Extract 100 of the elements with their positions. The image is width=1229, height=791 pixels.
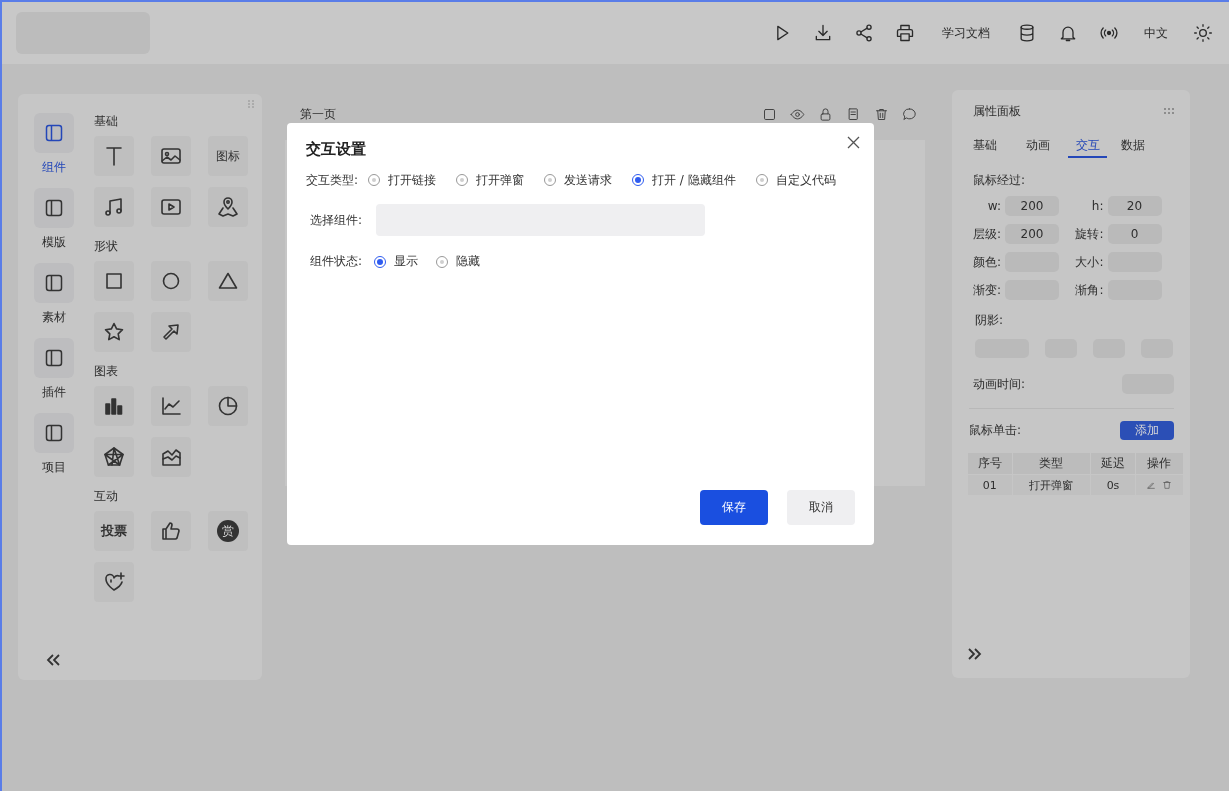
section-title: 基础 — [94, 113, 119, 130]
copy-icon[interactable] — [846, 106, 861, 122]
panel-tab[interactable]: 数据 — [1121, 134, 1174, 156]
sidebar-tab[interactable]: 组件 — [34, 113, 74, 176]
component-tile[interactable] — [151, 312, 191, 352]
map-pin-icon — [216, 195, 240, 219]
download-icon[interactable] — [813, 23, 833, 43]
square-icon[interactable] — [762, 106, 777, 122]
lock-icon[interactable] — [818, 106, 833, 122]
component-tile[interactable]: 投票 — [94, 511, 134, 551]
component-tile[interactable] — [94, 562, 134, 602]
panel-icon — [34, 188, 74, 228]
section-title: 形状 — [94, 238, 119, 255]
field-label: 颜色: — [971, 253, 1001, 271]
section-label: 鼠标经过: — [973, 172, 1027, 186]
option-label: 隐藏 — [456, 253, 481, 270]
option-label: 自定义代码 — [775, 171, 836, 189]
panel-tab[interactable]: 交互 — [1068, 134, 1108, 158]
radar-chart-icon — [102, 445, 126, 469]
expand-icon[interactable] — [968, 648, 982, 660]
section-title: 图表 — [94, 363, 119, 380]
column-header: 序号 — [968, 453, 1012, 474]
dialog-title: 交互设置 — [306, 139, 367, 159]
panel-title: 属性面板 — [973, 102, 1021, 120]
component-tile[interactable] — [94, 386, 134, 426]
field-label: 旋转: — [1074, 225, 1104, 243]
option-label: 打开链接 — [388, 171, 437, 189]
component-tile[interactable] — [94, 136, 134, 176]
language-link[interactable]: 中文 — [1144, 24, 1168, 42]
cancel-button[interactable]: 取消 — [787, 490, 855, 525]
option-label: 发送请求 — [564, 171, 613, 189]
share-icon[interactable] — [854, 23, 874, 43]
thumbs-up-icon — [159, 519, 183, 543]
column-header: 类型 — [1012, 453, 1091, 474]
save-button[interactable]: 保存 — [700, 490, 768, 525]
reward-badge: 赏 — [217, 520, 239, 542]
option-label: 打开 / 隐藏组件 — [652, 171, 736, 189]
trash-icon[interactable] — [1162, 480, 1173, 490]
component-tile[interactable] — [151, 136, 191, 176]
panel-icon — [34, 413, 74, 453]
field-label: h: — [1090, 199, 1104, 213]
component-tile[interactable] — [94, 437, 134, 477]
component-tile[interactable] — [151, 187, 191, 227]
component-tile[interactable] — [208, 386, 248, 426]
panel-icon — [34, 338, 74, 378]
eye-icon[interactable] — [790, 106, 805, 122]
input-field[interactable]: 20 — [1107, 196, 1162, 216]
column-header: 延迟 — [1091, 453, 1135, 474]
line-chart-icon — [159, 394, 183, 418]
panel-icon — [34, 263, 74, 303]
option-label: 显示 — [394, 253, 419, 270]
component-tile[interactable] — [94, 312, 134, 352]
close-icon[interactable] — [847, 136, 860, 149]
field-label: 层级: — [971, 225, 1001, 243]
component-tile[interactable] — [151, 437, 191, 477]
table-cell: 0s — [1091, 475, 1135, 495]
sidebar-tab[interactable]: 模版 — [34, 188, 74, 251]
collapse-icon[interactable] — [46, 654, 60, 666]
docs-link[interactable]: 学习文档 — [942, 24, 990, 42]
heart-plus-icon — [102, 570, 126, 594]
add-button[interactable]: 添加 — [1120, 421, 1174, 440]
component-tile[interactable] — [151, 261, 191, 301]
field-label: 阴影: — [975, 312, 1005, 329]
field-label: 渐变: — [971, 281, 1001, 299]
section-label: 鼠标单击: — [969, 422, 1022, 439]
column-header: 操作 — [1135, 453, 1183, 474]
drag-handle-icon[interactable] — [248, 100, 254, 108]
field-label: 大小: — [1074, 253, 1104, 271]
component-tile[interactable] — [208, 187, 248, 227]
sidebar-tab[interactable]: 插件 — [34, 338, 74, 401]
sidebar-tab[interactable]: 项目 — [34, 413, 74, 476]
sidebar-tab[interactable]: 素材 — [34, 263, 74, 326]
component-tile[interactable] — [208, 261, 248, 301]
field-label: 组件状态: — [310, 253, 363, 270]
comment-icon[interactable] — [902, 106, 917, 122]
input-field[interactable]: 0 — [1107, 224, 1162, 244]
table-cell: 打开弹窗 — [1012, 475, 1091, 495]
panel-tab[interactable]: 基础 — [973, 134, 1026, 156]
component-tile[interactable] — [94, 261, 134, 301]
section-title: 互动 — [94, 488, 119, 505]
component-tile[interactable] — [151, 386, 191, 426]
field-label: w: — [986, 199, 1001, 213]
panel-icon — [34, 113, 74, 153]
component-tile[interactable]: 赏 — [208, 511, 248, 551]
field-label: 选择组件: — [310, 211, 363, 229]
table-cell: 01 — [968, 475, 1012, 495]
input-field[interactable]: 200 — [1005, 224, 1059, 244]
field-label: 交互类型: — [306, 171, 359, 189]
trash-icon[interactable] — [874, 106, 889, 122]
pie-chart-icon — [216, 394, 240, 418]
component-tile[interactable] — [94, 187, 134, 227]
sun-icon[interactable] — [1193, 23, 1213, 43]
option-label: 打开弹窗 — [476, 171, 525, 189]
input-field[interactable]: 200 — [1005, 196, 1059, 216]
printer-icon[interactable] — [895, 23, 915, 43]
field-label: 渐角: — [1074, 281, 1104, 299]
component-tile[interactable] — [151, 511, 191, 551]
field-label: 动画时间: — [973, 375, 1026, 393]
component-tile[interactable]: 图标 — [208, 136, 248, 176]
page-title: 第一页 — [300, 105, 336, 123]
